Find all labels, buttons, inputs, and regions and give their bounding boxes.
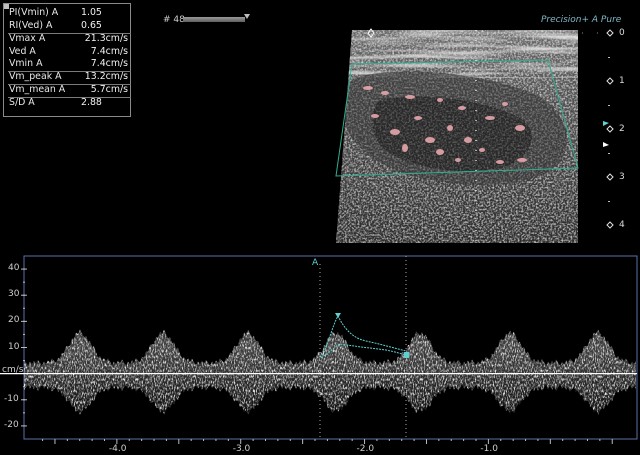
velocity-tick-label: -10 — [4, 393, 19, 404]
trace-marker-label: A — [312, 258, 319, 268]
time-tick-label: -3.0 — [232, 444, 251, 454]
peak-marker-icon — [335, 313, 341, 318]
focus-marker-icon — [603, 142, 609, 147]
velocity-tick-label: 30 — [8, 289, 20, 300]
depth-label: 3 — [619, 172, 625, 182]
depth-label: 0 — [619, 28, 625, 38]
velocity-tick-label: -20 — [4, 419, 19, 430]
depth-label: 2 — [619, 124, 625, 134]
velocity-tick-label: 20 — [8, 315, 20, 326]
tissue-field — [336, 30, 578, 243]
depth-scale — [606, 29, 614, 229]
ultrasound-screen: PI(Vmin) A 1.05 RI(Ved) A 0.65 Vmax A 21… — [0, 0, 640, 455]
time-tick-label: -1.0 — [480, 444, 498, 454]
focus-marker-icon — [603, 121, 609, 126]
bmode-image — [335, 28, 614, 243]
spectral-doppler-display — [0, 255, 638, 444]
velocity-tick-label: 40 — [8, 263, 20, 274]
time-tick-label: -2.0 — [356, 444, 375, 454]
velocity-unit-label: cm/s — [2, 365, 24, 375]
depth-label: 1 — [619, 76, 625, 86]
time-tick-label: -4.0 — [108, 444, 127, 454]
depth-label: 4 — [619, 220, 625, 230]
end-diastole-marker-icon — [404, 352, 409, 358]
velocity-tick-label: 10 — [8, 341, 20, 352]
